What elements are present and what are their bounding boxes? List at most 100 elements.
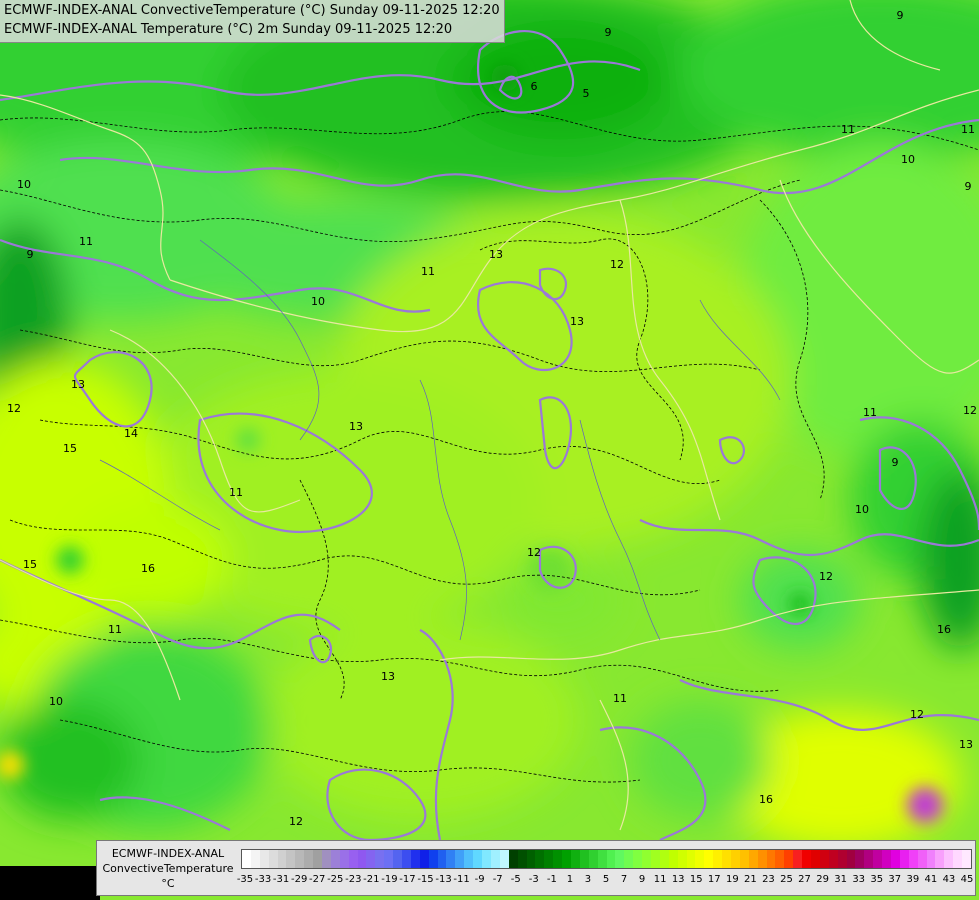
legend-swatch: [357, 850, 367, 868]
contour-label: 11: [229, 486, 243, 499]
legend-tick: 11: [653, 874, 667, 885]
legend-tick: -15: [417, 874, 434, 885]
legend-swatch: [250, 850, 260, 868]
legend-swatch: [286, 850, 296, 868]
legend-color-bar: [241, 849, 973, 869]
legend-tick: 37: [888, 874, 902, 885]
legend-tick: -25: [327, 874, 344, 885]
legend-tick: 35: [870, 874, 884, 885]
legend-swatch: [819, 850, 829, 868]
legend-swatch: [962, 850, 972, 868]
legend-tick: 15: [689, 874, 703, 885]
legend-swatch: [606, 850, 616, 868]
contour-label: 9: [605, 26, 612, 39]
contour-label: 14: [124, 427, 138, 440]
contour-label: 10: [855, 503, 869, 516]
legend-swatch: [562, 850, 571, 868]
contour-label: 12: [7, 402, 21, 415]
temperature-field: [0, 0, 979, 900]
legend-tick: 9: [638, 874, 646, 885]
legend-tick: -33: [254, 874, 272, 885]
legend-swatch: [348, 850, 358, 868]
contour-label: 16: [759, 793, 773, 806]
legend-tick: 5: [602, 874, 610, 885]
contour-label: 11: [863, 406, 877, 419]
legend-swatch: [722, 850, 731, 868]
legend-swatch: [837, 850, 847, 868]
legend-swatch: [677, 850, 687, 868]
color-legend: ECMWF-INDEX-ANAL ConvectiveTemperature °…: [96, 840, 976, 896]
legend-swatch: [624, 850, 634, 868]
contour-label: 15: [63, 442, 77, 455]
legend-swatch: [695, 850, 705, 868]
contour-label: 16: [937, 623, 951, 636]
legend-swatch: [855, 850, 865, 868]
contour-label: 13: [381, 670, 395, 683]
legend-tick: 1: [566, 874, 574, 885]
legend-model: ECMWF-INDEX-ANAL: [111, 847, 225, 860]
legend-swatch: [322, 850, 331, 868]
legend-swatch: [535, 850, 545, 868]
legend-swatch: [757, 850, 767, 868]
contour-label: 12: [610, 258, 624, 271]
contour-label: 10: [311, 295, 325, 308]
legend-swatch: [473, 850, 483, 868]
legend-swatch: [917, 850, 927, 868]
legend-tick: 39: [906, 874, 920, 885]
legend-swatch: [908, 850, 918, 868]
legend-swatch: [926, 850, 936, 868]
contour-label: 9: [965, 180, 972, 193]
legend-tick: 3: [584, 874, 592, 885]
contour-label: 12: [963, 404, 977, 417]
legend-swatch: [802, 850, 811, 868]
contour-label: 13: [570, 315, 584, 328]
legend-swatch: [455, 850, 465, 868]
legend-swatch: [668, 850, 678, 868]
legend-tick: -11: [453, 874, 470, 885]
contour-label: 11: [613, 692, 627, 705]
legend-swatch: [242, 850, 251, 868]
contour-label: 15: [23, 558, 37, 571]
legend-variable: ConvectiveTemperature: [102, 862, 234, 875]
legend-swatch: [633, 850, 643, 868]
legend-swatch: [846, 850, 856, 868]
contour-label: 11: [961, 123, 975, 136]
legend-swatch: [366, 850, 376, 868]
legend-tick: -21: [363, 874, 380, 885]
legend-swatch: [828, 850, 838, 868]
legend-swatch: [597, 850, 607, 868]
legend-swatch: [490, 850, 500, 868]
legend-swatch: [811, 850, 820, 868]
legend-swatch: [864, 850, 874, 868]
legend-tick: -1: [546, 874, 557, 885]
legend-swatch: [713, 850, 723, 868]
legend-swatch: [419, 850, 429, 868]
legend-swatch: [508, 850, 518, 868]
contour-label: 5: [583, 87, 590, 100]
legend-swatch: [384, 850, 394, 868]
legend-swatch: [259, 850, 269, 868]
contour-label: 6: [531, 80, 538, 93]
legend-swatch: [730, 850, 740, 868]
legend-tick: -5: [510, 874, 521, 885]
contour-label: 12: [289, 815, 303, 828]
legend-swatch: [330, 850, 340, 868]
legend-tick: 41: [924, 874, 938, 885]
legend-tick: 19: [725, 874, 739, 885]
legend-swatch: [686, 850, 696, 868]
legend-swatch: [339, 850, 349, 868]
no-data-strip: [0, 866, 100, 900]
legend-swatch: [464, 850, 474, 868]
legend-tick: 7: [620, 874, 628, 885]
legend-tick: -19: [381, 874, 398, 885]
contour-label: 12: [819, 570, 833, 583]
legend-swatch: [615, 850, 625, 868]
legend-swatch: [277, 850, 287, 868]
contour-label: 10: [17, 178, 31, 191]
legend-tick: -29: [290, 874, 308, 885]
contour-label: 11: [841, 123, 855, 136]
contour-label: 9: [897, 9, 904, 22]
contour-label: 9: [892, 456, 899, 469]
legend-swatch: [899, 850, 909, 868]
legend-swatch: [704, 850, 714, 868]
